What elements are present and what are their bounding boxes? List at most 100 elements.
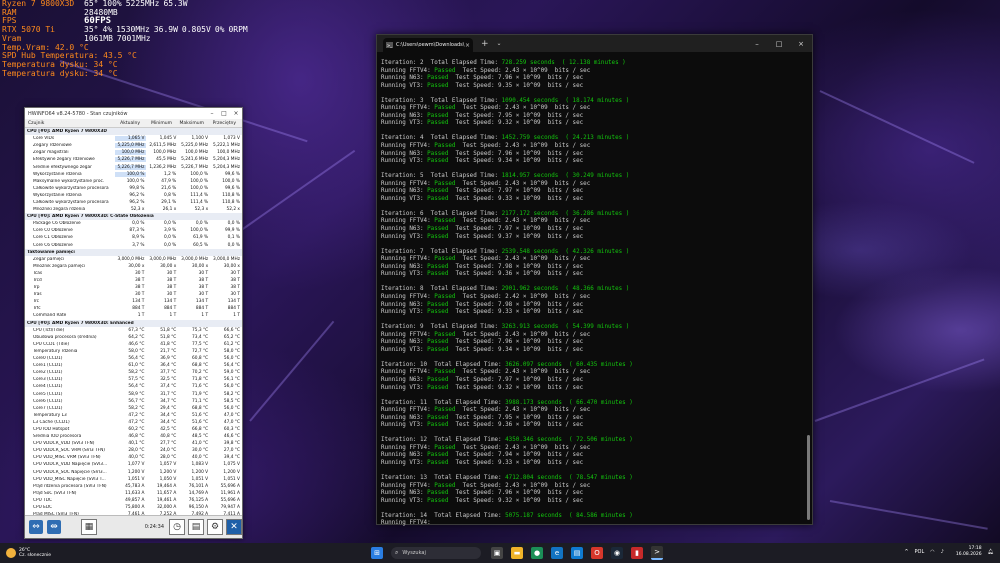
sensor-row[interactable]: CPU CCD1 (Tdie) 46,6 °C 41,8 °C 77,5 °C 61,2…: [25, 341, 242, 348]
report-icon[interactable]: ▤: [188, 519, 204, 535]
sensor-row[interactable]: L3 Cache (CCD1) 47,2 °C 34,4 °C 51,6 °C 47,0…: [25, 419, 242, 426]
sensor-row[interactable]: Zegary rdzeniowe 5,225,0 MHz 2,611,5 MHz 5,…: [25, 142, 242, 149]
sensor-row[interactable]: Całkowite wykorzystanie procesora 99,8 % 2…: [25, 185, 242, 192]
settings-gear-icon[interactable]: ⚙: [207, 519, 223, 535]
hwinfo-taskbar-icon[interactable]: ▮: [631, 547, 643, 559]
maximize-icon[interactable]: □: [218, 110, 230, 117]
sensor-row[interactable]: Trp 38 T 38 T 38 T 38 T: [25, 284, 242, 291]
clock[interactable]: 17:18 16.08.2026: [950, 546, 982, 558]
sensor-row[interactable]: CPU VDDCR_VDD Napięcie (SVI3... 1,077 V 1,…: [25, 461, 242, 468]
sensor-row[interactable]: Trc 134 T 134 T 134 T 134 T: [25, 298, 242, 305]
chevron-up-icon[interactable]: ^: [904, 549, 908, 555]
wifi-icon[interactable]: ◠: [930, 549, 934, 555]
sensor-row[interactable]: Wykorzystanie rdzenia 96,2 % 0,8 % 111,4 % 1…: [25, 192, 242, 199]
arrows-left-right-icon[interactable]: ⇔: [29, 520, 43, 534]
notification-bell-icon[interactable]: 🔔︎: [988, 549, 994, 555]
sensor-row[interactable]: CPU VDDCR_VDD (SVI3 TFN) 40,1 °C 27,7 °C 41…: [25, 440, 242, 447]
clock-icon[interactable]: ◷: [169, 519, 185, 535]
sensor-row[interactable]: Core C6 Obłożenie 3,7 % 0,0 % 60,5 % 0,0 %: [25, 242, 242, 249]
column-header[interactable]: Przeciętny: [206, 121, 238, 126]
sensor-row[interactable]: Efektywne zegary rdzeniowe 5,226,7 MHz 45,…: [25, 156, 242, 163]
edge-icon[interactable]: e: [551, 547, 563, 559]
sensor-row[interactable]: CPU (Tctl/Tdie) 67,3 °C 51,8 °C 75,3 °C 66,6…: [25, 327, 242, 334]
windows-start-icon[interactable]: ⊞: [371, 547, 383, 559]
opera-icon[interactable]: O: [591, 547, 603, 559]
sensor-row[interactable]: Mnożniki zegara rdzenia 52,3 x 26,1 x 52,3 …: [25, 206, 242, 213]
sensor-row[interactable]: Temperatury rdzenia 58,0 °C 21,7 °C 72,7 °C…: [25, 348, 242, 355]
sensor-row[interactable]: CPU VDDCR_SOC VRM (SVI3 TFN) 28,0 °C 24,0 …: [25, 447, 242, 454]
arrows-collapse-icon[interactable]: ⇹: [47, 520, 61, 534]
sensor-row[interactable]: Core0 (CCD1) 56,4 °C 36,9 °C 60,8 °C 56,0 °C: [25, 355, 242, 362]
terminal-tab[interactable]: >_ C:\Users\oewm\Downloads\ ×: [383, 38, 473, 52]
sensor-row[interactable]: Całkowite wykorzystanie procesora 96,2 % 2…: [25, 199, 242, 206]
column-header[interactable]: Maksimum: [174, 121, 206, 126]
terminal-scrollbar[interactable]: [807, 435, 810, 520]
sensor-row[interactable]: Core C0 Obłożenie 87,3 % 3,9 % 100,0 % 99,9 …: [25, 227, 242, 234]
sensor-row[interactable]: CPU VDD_MISC VRM (SVI3 TFN) 40,0 °C 28,0 °…: [25, 454, 242, 461]
sensor-row[interactable]: Maksymalne wykorzystanie proc. 100,0 % 47,…: [25, 178, 242, 185]
column-header[interactable]: Czujnik: [25, 121, 110, 126]
sensor-row[interactable]: Średnia IOD procesora 46,8 °C 40,8 °C 48,5 …: [25, 433, 242, 440]
hwinfo-titlebar[interactable]: HWiNFO64 v8.24-5780 - Stan czujników – □…: [25, 108, 242, 119]
close-icon[interactable]: ×: [230, 110, 242, 117]
language-indicator[interactable]: POL: [915, 549, 925, 555]
sensor-row[interactable]: CPU VDDCR_SOC Napięcie (SVI3... 1,200 V 1,…: [25, 469, 242, 476]
sensor-row[interactable]: Tcas 30 T 30 T 30 T 30 T: [25, 270, 242, 277]
sensor-row[interactable]: Core C1 Obłożenie 8,9 % 0,0 % 61,9 % 0,1 %: [25, 234, 242, 241]
minimize-icon[interactable]: –: [206, 110, 218, 117]
layout-icon[interactable]: ▦: [81, 519, 97, 535]
hwinfo-window[interactable]: HWiNFO64 v8.24-5780 - Stan czujników – □…: [24, 107, 243, 539]
sensor-row[interactable]: Średnie efektywnego zegar 5,226,7 MHz 1,23…: [25, 163, 242, 170]
sensor-row[interactable]: Core4 (CCD1) 56,4 °C 37,4 °C 71,6 °C 56,0 °C: [25, 383, 242, 390]
sensor-row[interactable]: Core1 (CCD1) 61,0 °C 36,4 °C 68,8 °C 56,4 °C: [25, 362, 242, 369]
steam-icon[interactable]: ◉: [611, 547, 623, 559]
close-icon[interactable]: ×: [790, 40, 812, 48]
search-box[interactable]: ⌕ Wyszukaj: [391, 547, 481, 559]
sensor-row[interactable]: Prąd rdzenia procesora (SVI3 TFN) 45,783 …: [25, 483, 242, 490]
maximize-icon[interactable]: □: [768, 40, 790, 48]
file-explorer-icon[interactable]: ▬: [511, 547, 523, 559]
store-icon[interactable]: ▤: [571, 547, 583, 559]
new-tab-plus-icon[interactable]: +: [481, 39, 489, 49]
volume-icon[interactable]: ♪: [941, 549, 944, 555]
sensor-row[interactable]: CPU TDC 49,857 A 19,461 A 76,125 A 55,696 A: [25, 497, 242, 504]
sensor-row[interactable]: Package C6 Obłożenie 0,0 % 0,0 % 0,0 % 0,0 %: [25, 220, 242, 227]
chevron-down-icon[interactable]: ⌄: [497, 40, 502, 47]
terminal-window[interactable]: >_ C:\Users\oewm\Downloads\ × + ⌄ – □ × …: [376, 34, 813, 528]
sensor-section-header[interactable]: Taktowanie pamięci: [25, 248, 242, 256]
sensor-row[interactable]: Prąd SoC (SVI3 TFN) 11,633 A 11,657 A 14,76…: [25, 490, 242, 497]
terminal-taskbar-icon[interactable]: >: [651, 546, 663, 560]
minimize-icon[interactable]: –: [746, 40, 768, 48]
sensor-row[interactable]: Trcd 38 T 38 T 38 T 38 T: [25, 277, 242, 284]
sensor-row[interactable]: Core3 (CCD1) 57,5 °C 32,5 °C 71,8 °C 56,1 °C: [25, 376, 242, 383]
sensor-row[interactable]: Tras 30 T 30 T 30 T 30 T: [25, 291, 242, 298]
sensor-section-header[interactable]: CPU [#0]: AMD Ryzen 7 9800X3D: [25, 128, 242, 136]
sensor-row[interactable]: Core VIDs 1,065 V 1,045 V 1,100 V 1,073 V: [25, 135, 242, 142]
sensor-row[interactable]: Command Rate 1 T 1 T 1 T 1 T: [25, 312, 242, 319]
hwinfo-sensor-table[interactable]: CPU [#0]: AMD Ryzen 7 9800X3D Core VIDs 1,…: [25, 128, 242, 516]
xbox-icon[interactable]: ●: [531, 547, 543, 559]
exit-icon[interactable]: ✕: [226, 519, 242, 535]
sensor-row[interactable]: Zegar pamięci 3,000,0 MHz 3,000,0 MHz 3,000…: [25, 256, 242, 263]
sensor-row[interactable]: Core2 (CCD1) 58,2 °C 37,7 °C 70,2 °C 59,0 °C: [25, 369, 242, 376]
sensor-row[interactable]: CPU VDD_MISC Napięcie (SVI3 T... 1,051 V 1…: [25, 476, 242, 483]
sensor-row[interactable]: Temperatury L3 47,2 °C 34,4 °C 51,6 °C 47,0 …: [25, 412, 242, 419]
terminal-output[interactable]: Iteration: 2 Total Elapsed Time: 728.259…: [377, 52, 812, 528]
sensor-row[interactable]: Mnożnik zegara pamięci 30,00 x 30,00 x 30,0…: [25, 263, 242, 270]
sensor-row[interactable]: Zegar magistrali 100,0 MHz 100,0 MHz 100,0 …: [25, 149, 242, 156]
sensor-row[interactable]: Core7 (CCD1) 58,2 °C 29,4 °C 68,8 °C 56,0 °C: [25, 405, 242, 412]
sensor-row[interactable]: Wykorzystanie rdzenia 100,0 % 1,2 % 100,0 %…: [25, 171, 242, 178]
sensor-row[interactable]: Trfc 884 T 884 T 884 T 884 T: [25, 305, 242, 312]
sensor-row[interactable]: CPU IOD Hotspot 60,2 °C 42,5 °C 66,8 °C 60,3…: [25, 426, 242, 433]
sensor-row[interactable]: Obudowa procesora (średnia) 64,2 °C 51,8 °…: [25, 334, 242, 341]
sensor-section-header[interactable]: CPU [#0]: AMD Ryzen 7 9800X3D: Enhanced: [25, 319, 242, 327]
hwinfo-column-headers[interactable]: Czujnik Aktualny Minimum Maksimum Przeciętny: [25, 119, 242, 128]
sensor-section-header[interactable]: CPU [#0]: AMD Ryzen 7 9800X3D: C-State O…: [25, 213, 242, 221]
sensor-row[interactable]: CPU EDC 75,800 A 32,000 A 96,150 A 79,947 A: [25, 504, 242, 511]
task-view-icon[interactable]: ▣: [491, 547, 503, 559]
sensor-row[interactable]: Core5 (CCD1) 58,9 °C 31,7 °C 71,9 °C 58,2 °C: [25, 390, 242, 397]
tab-close-icon[interactable]: ×: [465, 42, 470, 49]
weather-widget[interactable]: 26°C Cz. słonecznie: [6, 548, 51, 559]
sensor-row[interactable]: Core6 (CCD1) 56,7 °C 34,7 °C 71,1 °C 58,5 °C: [25, 398, 242, 405]
column-header[interactable]: Minimum: [142, 121, 174, 126]
